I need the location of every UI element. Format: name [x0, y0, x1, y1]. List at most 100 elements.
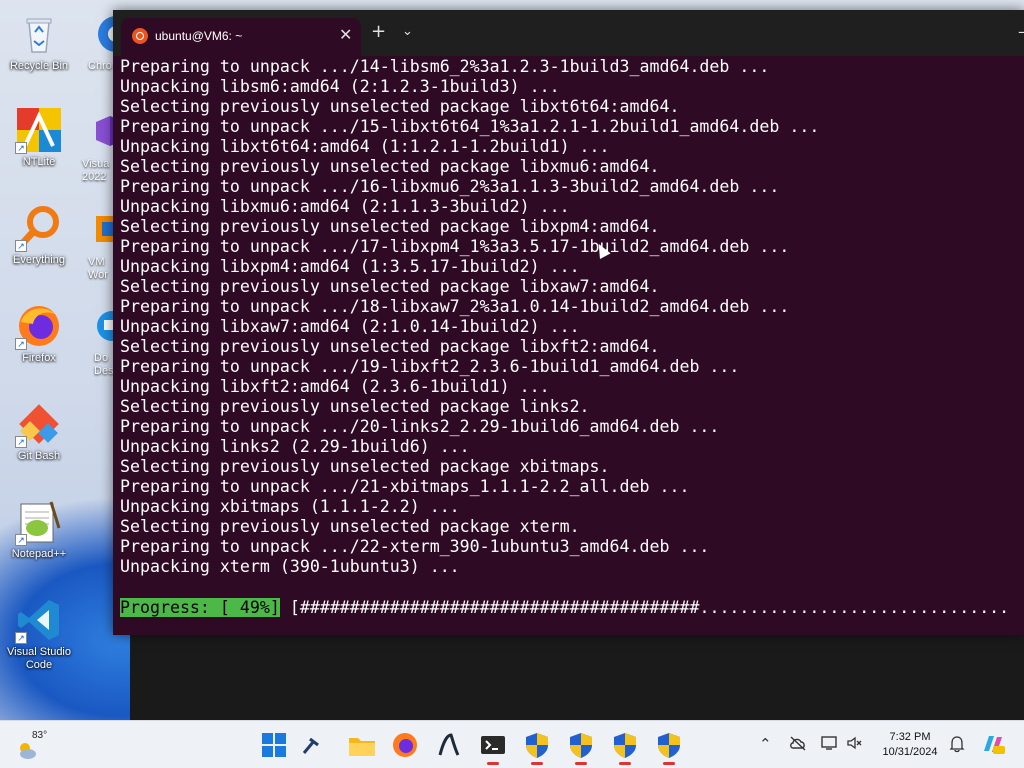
- progress-label: Progress: [ 49%]: [120, 598, 280, 617]
- terminal-line: Preparing to unpack .../19-libxft2_2.3.6…: [120, 357, 740, 376]
- desktop-icon-ntlite[interactable]: ↗ NTLite: [2, 106, 76, 169]
- shortcut-arrow-icon: ↗: [15, 240, 27, 252]
- terminal-line: Preparing to unpack .../22-xterm_390-1ub…: [120, 537, 710, 556]
- progress-bar-text: [#######################################…: [289, 598, 1010, 617]
- shortcut-arrow-icon: ↗: [15, 436, 27, 448]
- taskbar: 83° ⌃ 7:32 PM 10/31/2024: [0, 720, 1024, 768]
- minimize-button[interactable]: —: [1018, 22, 1024, 41]
- new-tab-button[interactable]: +: [371, 22, 386, 42]
- terminal-line: Selecting previously unselected package …: [120, 157, 660, 176]
- shortcut-arrow-icon: ↗: [15, 632, 27, 644]
- desktop-icon-label: Recycle Bin: [9, 60, 69, 72]
- taskbar-app-shield-1[interactable]: [521, 729, 553, 765]
- terminal-line: Unpacking libxaw7:amd64 (2:1.0.14-1build…: [120, 317, 580, 336]
- terminal-line: Preparing to unpack .../15-libxt6t64_1%3…: [120, 117, 820, 136]
- shortcut-arrow-icon: ↗: [15, 338, 27, 350]
- progress-row: Progress: [ 49%] [######################…: [120, 598, 1009, 618]
- terminal-line: Unpacking libxpm4:amd64 (1:3.5.17-1build…: [120, 257, 580, 276]
- close-tab-icon[interactable]: ✕: [339, 25, 352, 45]
- windows-start-icon: [262, 733, 286, 757]
- taskbar-app-firefox[interactable]: [389, 729, 421, 761]
- volume-muted-icon[interactable]: [846, 735, 864, 755]
- copilot-icon[interactable]: [980, 731, 1006, 761]
- terminal-line: Unpacking libxt6t64:amd64 (1:1.2.1-1.2bu…: [120, 137, 610, 156]
- terminal-line: Selecting previously unselected package …: [120, 457, 610, 476]
- taskbar-app-terminal[interactable]: [477, 729, 509, 765]
- inkscape-icon: [438, 733, 460, 756]
- system-clock[interactable]: 7:32 PM 10/31/2024: [872, 730, 948, 760]
- active-app-indicator: [531, 762, 543, 765]
- cloud-off-icon[interactable]: [789, 735, 807, 755]
- git-icon: ↗: [15, 400, 63, 448]
- background-window: [130, 634, 1024, 720]
- terminal-line: Preparing to unpack .../18-libxaw7_2%3a1…: [120, 297, 790, 316]
- taskbar-app-shield-3[interactable]: [609, 729, 641, 765]
- desktop-icon-label: Visua 2022: [82, 158, 110, 183]
- taskbar-app-pin-tool[interactable]: [296, 729, 328, 761]
- clock-date: 10/31/2024: [882, 746, 938, 758]
- terminal-line: Selecting previously unselected package …: [120, 397, 590, 416]
- shortcut-arrow-icon: ↗: [15, 142, 27, 154]
- taskbar-app-shield-2[interactable]: [565, 729, 597, 765]
- desktop-icon-firefox[interactable]: ↗ Firefox: [2, 302, 76, 365]
- vscode-icon: ↗: [15, 596, 63, 644]
- shield-icon: [658, 733, 680, 758]
- weather-temperature: 83°: [32, 730, 48, 741]
- display-icon[interactable]: [820, 735, 838, 755]
- terminal-line: Preparing to unpack .../16-libxmu6_2%3a1…: [120, 177, 780, 196]
- terminal-line: Unpacking xbitmaps (1.1.1-2.2) ...: [120, 497, 460, 516]
- search-magnifier-icon: ↗: [15, 204, 63, 252]
- desktop-icon-notepad-plus-plus[interactable]: ↗ Notepad++: [2, 498, 76, 561]
- clock-time: 7:32 PM: [889, 731, 931, 743]
- terminal-line: Selecting previously unselected package …: [120, 97, 680, 116]
- taskbar-app-inkscape[interactable]: [433, 729, 465, 761]
- terminal-line: Unpacking libsm6:amd64 (2:1.2.3-1build3)…: [120, 77, 560, 96]
- pin-tool-icon: [302, 737, 319, 754]
- start-button[interactable]: [258, 729, 290, 761]
- ubuntu-icon: [132, 28, 148, 44]
- terminal-line: Preparing to unpack .../17-libxpm4_1%3a3…: [120, 237, 790, 256]
- taskbar-app-file-explorer[interactable]: [346, 729, 378, 761]
- desktop-icon-label: Everything: [13, 254, 65, 266]
- terminal-output[interactable]: Preparing to unpack .../14-libsm6_2%3a1.…: [120, 57, 1020, 627]
- terminal-icon: [481, 736, 505, 754]
- weather-icon: [20, 743, 36, 759]
- terminal-window[interactable]: ubuntu@VM6: ~ ✕ + ⌄ — Preparing to unpac…: [113, 10, 1024, 635]
- chevron-down-icon[interactable]: ⌄: [402, 22, 413, 42]
- desktop-icon-git-bash[interactable]: ↗ Git Bash: [2, 400, 76, 463]
- desktop-icon-label: VM Wor: [88, 256, 108, 281]
- firefox-icon: ↗: [15, 302, 63, 350]
- desktop-icon-label: Visual Studio Code: [6, 646, 71, 671]
- ntlite-icon: ↗: [15, 106, 63, 154]
- terminal-titlebar[interactable]: ubuntu@VM6: ~ ✕ + ⌄ —: [113, 10, 1024, 56]
- terminal-line: Preparing to unpack .../20-links2_2.29-1…: [120, 417, 720, 436]
- desktop-icon-everything[interactable]: ↗ Everything: [2, 204, 76, 267]
- active-app-indicator: [663, 762, 675, 765]
- terminal-line: Selecting previously unselected package …: [120, 337, 660, 356]
- terminal-line: Preparing to unpack .../14-libsm6_2%3a1.…: [120, 57, 770, 76]
- desktop-icon-label: Do Des: [94, 352, 114, 377]
- desktop-icon-recycle-bin[interactable]: Recycle Bin: [2, 10, 76, 73]
- terminal-line: Selecting previously unselected package …: [120, 277, 660, 296]
- desktop-icon-label: Chro: [88, 60, 112, 72]
- terminal-line: Unpacking libxmu6:amd64 (2:1.1.3-3build2…: [120, 197, 570, 216]
- chevron-up-icon[interactable]: ⌃: [759, 735, 772, 753]
- terminal-line: Unpacking libxft2:amd64 (2.3.6-1build1) …: [120, 377, 550, 396]
- notepad-plus-plus-icon: ↗: [15, 498, 63, 546]
- active-app-indicator: [619, 762, 631, 765]
- terminal-line: Selecting previously unselected package …: [120, 217, 660, 236]
- active-app-indicator: [575, 762, 587, 765]
- desktop-icon-vscode[interactable]: ↗ Visual Studio Code: [2, 596, 76, 672]
- shield-icon: [526, 733, 548, 758]
- bell-icon[interactable]: [949, 735, 965, 757]
- terminal-tab[interactable]: ubuntu@VM6: ~ ✕: [121, 18, 361, 56]
- terminal-line: Selecting previously unselected package …: [120, 517, 580, 536]
- firefox-icon: [393, 733, 417, 757]
- terminal-line: Unpacking xterm (390-1ubuntu3) ...: [120, 557, 460, 576]
- recycle-bin-icon: [15, 10, 63, 58]
- shield-icon: [570, 733, 592, 758]
- desktop-icon-label: Firefox: [22, 352, 56, 364]
- tab-title: ubuntu@VM6: ~: [155, 29, 243, 43]
- taskbar-app-shield-4[interactable]: [653, 729, 685, 765]
- desktop-icon-label: Notepad++: [11, 548, 67, 560]
